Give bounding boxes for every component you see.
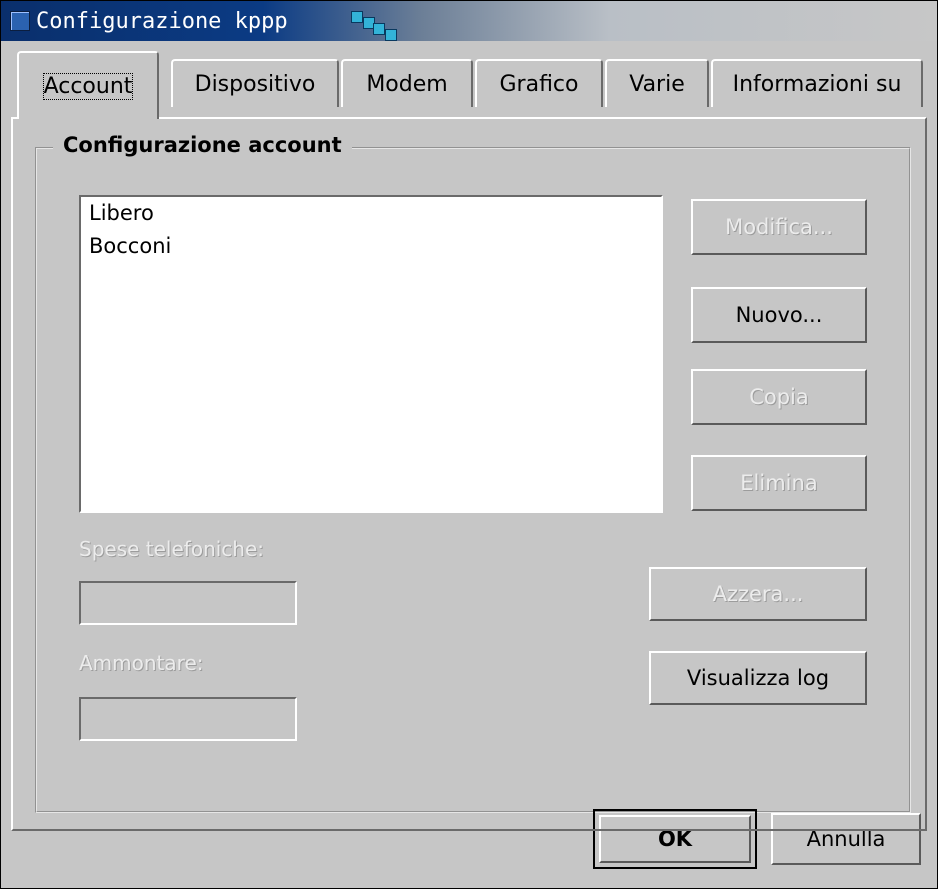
tab-varie[interactable]: Varie xyxy=(605,59,709,107)
tab-grafico[interactable]: Grafico xyxy=(475,59,603,107)
tab-page-account xyxy=(11,117,927,831)
tab-grafico-label: Grafico xyxy=(499,71,579,97)
title-decoration-icon xyxy=(351,11,401,41)
tab-account-label: Account xyxy=(42,72,134,100)
kppp-config-window: Configurazione kppp Account Dispositivo … xyxy=(0,0,938,889)
tab-bar: Account Dispositivo Modem Grafico Varie … xyxy=(11,51,927,119)
title-bar[interactable]: Configurazione kppp xyxy=(1,1,937,41)
tab-modem[interactable]: Modem xyxy=(341,59,473,107)
tab-informazioni[interactable]: Informazioni su xyxy=(711,59,923,107)
window-title: Configurazione kppp xyxy=(36,9,288,34)
window-menu-icon[interactable] xyxy=(10,11,30,31)
tab-account[interactable]: Account xyxy=(17,51,159,119)
account-config-group-title: Configurazione account xyxy=(53,133,352,157)
tab-varie-label: Varie xyxy=(629,71,685,97)
tab-dispositivo-label: Dispositivo xyxy=(194,71,316,97)
dialog-body: Account Dispositivo Modem Grafico Varie … xyxy=(11,51,927,877)
tab-informazioni-label: Informazioni su xyxy=(732,71,902,97)
tab-dispositivo[interactable]: Dispositivo xyxy=(171,59,339,107)
tab-modem-label: Modem xyxy=(366,71,448,97)
